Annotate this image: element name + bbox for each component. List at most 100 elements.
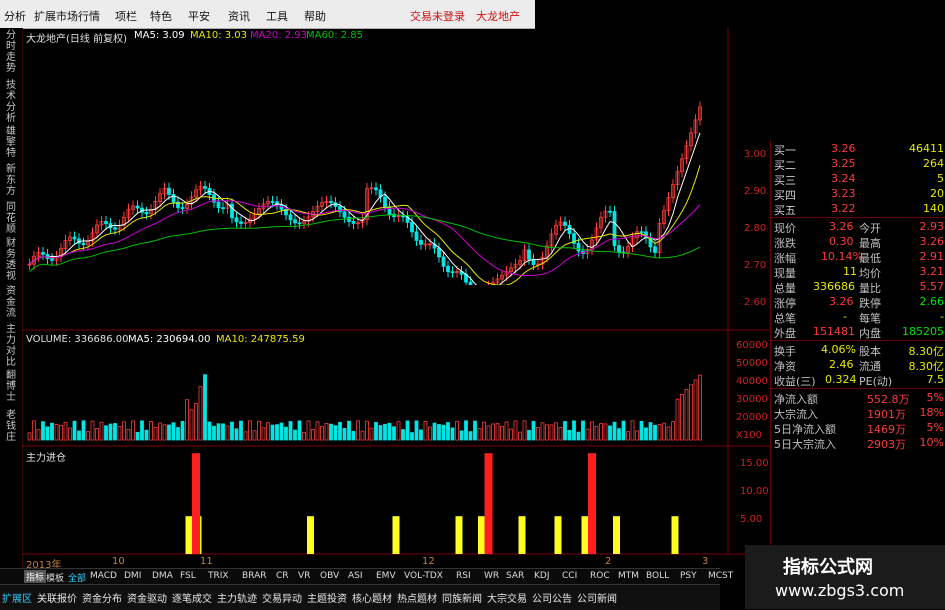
- sidebar-tab-finance[interactable]: 财务透视: [2, 238, 20, 282]
- indicator-tab[interactable]: FSL: [180, 571, 196, 581]
- sidebar-tab-tonghuashun[interactable]: 同花顺: [2, 202, 20, 235]
- volume-bar: [441, 424, 446, 441]
- time-axis-label: 3: [702, 556, 709, 567]
- indicator-tab[interactable]: 指标: [24, 570, 47, 583]
- flow-bar-yellow: [518, 516, 526, 554]
- bid-price: 3.22: [831, 202, 856, 215]
- indicator-tab[interactable]: RSI: [456, 571, 471, 581]
- indicator-tab[interactable]: SAR: [506, 571, 524, 581]
- sidebar-tab-technical[interactable]: 技术分析: [2, 80, 20, 124]
- indicator-tab[interactable]: ASI: [348, 571, 363, 581]
- indicator-tab[interactable]: PSY: [680, 571, 697, 581]
- sidebar-tab-intraday[interactable]: 分时走势: [2, 30, 20, 74]
- bottom-tab[interactable]: 扩展区: [2, 590, 32, 605]
- fund-label: 股本: [859, 345, 881, 358]
- volume-bar: [464, 420, 468, 441]
- trade-login-status[interactable]: 交易未登录: [410, 8, 465, 24]
- volume-bar: [612, 421, 617, 441]
- bottom-tab[interactable]: 公司新闻: [577, 590, 617, 605]
- indicator-tab[interactable]: MACD: [90, 571, 117, 581]
- bottom-tab[interactable]: 主题投资: [307, 590, 347, 605]
- volume-bar: [216, 423, 221, 441]
- indicator-tab[interactable]: OBV: [320, 571, 339, 581]
- sidebar-tab-xiongqing[interactable]: 雄擎特: [2, 126, 20, 159]
- volume-bar: [122, 421, 126, 441]
- stat-value: 185205: [902, 325, 944, 338]
- menu-item-help[interactable]: 帮助: [304, 8, 326, 24]
- volume-bar: [320, 426, 324, 441]
- indicator-tab[interactable]: EMV: [376, 571, 396, 581]
- indicator-tab[interactable]: VOL-TDX: [404, 571, 443, 581]
- flow-bar-yellow: [613, 516, 620, 554]
- bottom-tab[interactable]: 交易异动: [262, 590, 302, 605]
- sidebar-tab-xindongfang[interactable]: 新东方: [2, 164, 20, 197]
- time-axis-label: 2: [605, 556, 612, 567]
- stat-value: 151481: [813, 325, 855, 338]
- bottom-tab[interactable]: 资金分布: [82, 590, 122, 605]
- indicator-tab[interactable]: BOLL: [646, 571, 669, 581]
- indicator-tab[interactable]: ROC: [590, 571, 610, 581]
- volume-bar: [360, 430, 365, 441]
- bottom-tab[interactable]: 主力轨迹: [217, 590, 257, 605]
- flow-value: 2903万: [867, 438, 906, 451]
- menu-item-extended-market[interactable]: 扩展市场行情: [34, 8, 100, 24]
- volume-bar: [225, 425, 230, 441]
- menu-item-pingan[interactable]: 平安: [188, 8, 210, 24]
- bid-row: 买二 3.25 264: [771, 157, 945, 172]
- volume-bar: [221, 423, 225, 441]
- volume-bar: [518, 431, 522, 441]
- indicator-tab[interactable]: MCST: [708, 571, 733, 581]
- indicator-tab[interactable]: 模板: [46, 571, 64, 584]
- stat-label: 外盘: [774, 327, 796, 340]
- sidebar-tab-laoqianzhuang[interactable]: 老钱庄: [2, 410, 20, 443]
- bottom-tab[interactable]: 资金驱动: [127, 590, 167, 605]
- indicator-tab[interactable]: CR: [276, 571, 289, 581]
- bottom-tab[interactable]: 公司公告: [532, 590, 572, 605]
- menu-item-tools[interactable]: 工具: [266, 8, 288, 24]
- bottom-tab[interactable]: 同族新闻: [442, 590, 482, 605]
- fund-value: 8.30亿: [908, 360, 945, 373]
- volume-axis-tick: 20000: [736, 412, 768, 423]
- indicator-tab[interactable]: CCI: [562, 571, 577, 581]
- volume-bar: [644, 427, 648, 441]
- divider: [771, 340, 945, 341]
- bottom-tab[interactable]: 关联报价: [37, 590, 77, 605]
- volume-bar: [162, 424, 167, 441]
- volume-bar: [333, 425, 338, 441]
- menu-item-news[interactable]: 资讯: [228, 8, 250, 24]
- stat-label: 量比: [859, 282, 881, 295]
- indicator-tab[interactable]: WR: [484, 571, 499, 581]
- indicator-tab[interactable]: KDJ: [534, 571, 550, 581]
- volume-bar: [54, 424, 59, 441]
- sidebar-tab-main-compare[interactable]: 主力对比: [2, 324, 20, 368]
- stat-value: -: [843, 310, 847, 323]
- indicator-tab[interactable]: VR: [298, 571, 310, 581]
- candle-body: [527, 249, 531, 260]
- indicator-tab[interactable]: TRIX: [208, 571, 229, 581]
- stat-value: 10.14%: [821, 250, 863, 263]
- volume-bar: [50, 422, 54, 441]
- indicator-tab[interactable]: MTM: [618, 571, 639, 581]
- volume-bar: [342, 427, 347, 441]
- sidebar-tab-capital-flow[interactable]: 资金流: [2, 286, 20, 319]
- volume-bar: [158, 422, 162, 441]
- indicator-tab[interactable]: DMA: [152, 571, 173, 581]
- volume-bar: [297, 420, 302, 441]
- bottom-tab[interactable]: 热点题材: [397, 590, 437, 605]
- menu-item-features[interactable]: 特色: [150, 8, 172, 24]
- indicator-tab[interactable]: BRAR: [242, 571, 266, 581]
- menu-item-columns[interactable]: 项栏: [115, 8, 137, 24]
- time-axis-label: 10: [112, 556, 125, 567]
- bottom-tab[interactable]: 大宗交易: [487, 590, 527, 605]
- volume-bar: [617, 428, 621, 441]
- chart-area[interactable]: 大龙地产(日线 前复权) MA5: 3.09 MA10: 3.03 MA20: …: [22, 28, 770, 571]
- bottom-tab[interactable]: 逐笔成交: [172, 590, 212, 605]
- candle-body: [230, 203, 234, 219]
- sidebar-tab-fanboshi[interactable]: 翻博士: [2, 370, 20, 403]
- bottom-tab[interactable]: 核心题材: [352, 590, 392, 605]
- volume-bar: [410, 432, 414, 441]
- indicator-tab[interactable]: DMI: [124, 571, 141, 581]
- indicator-tab[interactable]: 全部: [68, 571, 86, 584]
- volume-bar: [419, 429, 423, 441]
- menu-item-analysis[interactable]: 分析: [4, 8, 26, 24]
